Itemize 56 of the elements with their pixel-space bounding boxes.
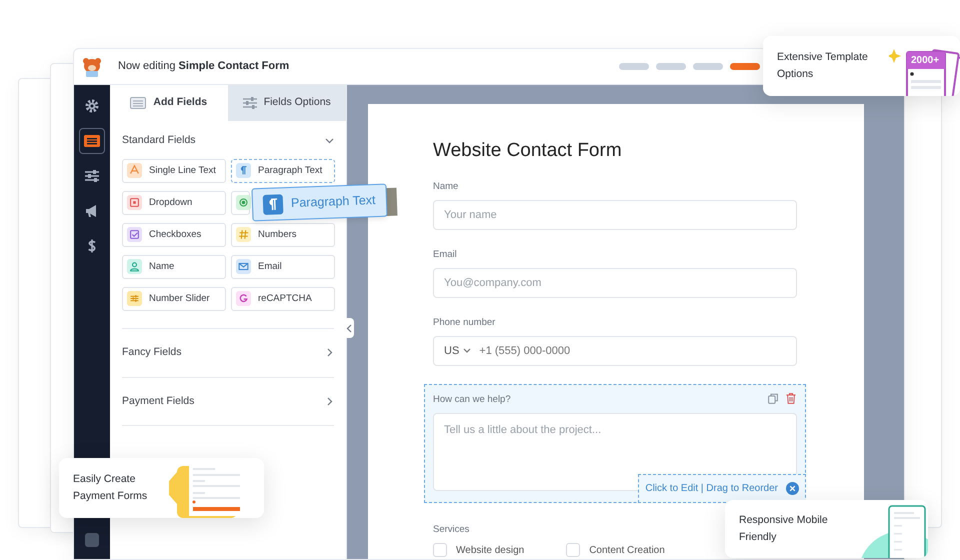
field-button[interactable]: Paragraph Text <box>231 158 335 183</box>
field-button[interactable]: reCAPTCHA <box>231 286 335 311</box>
copy-icon <box>768 392 778 404</box>
chevron-right-icon <box>325 396 334 406</box>
field-button[interactable]: Checkboxes <box>122 222 226 247</box>
field-label: Services <box>433 522 470 537</box>
field-button[interactable]: Single Line Text <box>122 158 226 183</box>
field-label: Name <box>433 180 458 194</box>
chevron-right-icon <box>325 348 334 358</box>
input-field[interactable]: You@company.com <box>433 268 797 298</box>
field-button[interactable]: Name <box>122 254 226 279</box>
option-label: Content Creation <box>589 544 665 558</box>
field-label: Phone number <box>433 316 496 330</box>
template-count-label: 2000+ <box>911 55 940 67</box>
sliders-icon <box>242 97 257 109</box>
sidebar-square <box>85 533 99 547</box>
checkbox[interactable] <box>566 543 580 558</box>
form-icon <box>130 97 146 109</box>
feature-text: Responsive Mobile Friendly <box>739 513 829 545</box>
field-button[interactable]: Email <box>231 254 335 279</box>
person-icon <box>128 260 141 274</box>
checkbox[interactable] <box>433 543 447 558</box>
phone-field[interactable]: US +1 (555) 000-0000 <box>433 336 797 366</box>
input-field[interactable]: Your name <box>433 200 797 230</box>
field-button[interactable]: Numbers <box>231 222 335 247</box>
section-header[interactable]: Standard Fields <box>122 121 334 159</box>
section-header[interactable]: Payment Fields <box>122 378 334 426</box>
dropdown-icon <box>128 196 141 210</box>
checkbox-icon <box>128 228 141 242</box>
feature-text: Easily Create Payment Forms <box>73 472 148 504</box>
sliders-icon <box>84 169 100 183</box>
caret-icon <box>463 348 472 354</box>
dollar-icon <box>87 239 97 253</box>
hash-icon <box>237 228 250 242</box>
trash-icon <box>786 392 796 404</box>
form-icon <box>83 134 101 148</box>
editing-title: Now editing Simple Contact Form <box>118 59 290 74</box>
close-icon <box>786 482 799 495</box>
country-code[interactable]: US <box>444 342 460 360</box>
field-button[interactable]: Number Slider <box>122 286 226 311</box>
collapse-handle[interactable] <box>344 318 354 338</box>
gear-icon <box>85 99 99 113</box>
form-title: Website Contact Form <box>433 140 623 163</box>
option-label: Website design <box>456 544 524 558</box>
field-button[interactable]: Dropdown <box>122 190 226 215</box>
mascot-icon <box>81 56 103 78</box>
field-button[interactable] <box>231 190 250 215</box>
field-label: How can we help? <box>433 392 511 407</box>
field-label: Email <box>433 248 457 262</box>
panel-tab[interactable]: Fields Options <box>228 85 346 121</box>
radio-icon <box>237 196 250 210</box>
feature-text: Extensive Template Options <box>777 50 869 82</box>
chevron-down-icon <box>325 136 334 146</box>
chevron-left-icon <box>346 324 352 332</box>
section-header[interactable]: Fancy Fields <box>122 328 334 376</box>
sidebar-button[interactable] <box>79 128 105 154</box>
